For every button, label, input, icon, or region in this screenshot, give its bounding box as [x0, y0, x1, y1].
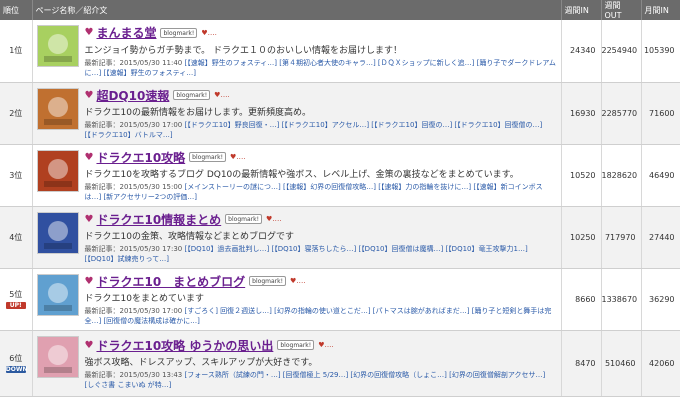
- site-thumbnail[interactable]: [36, 25, 79, 67]
- header-month-in[interactable]: 月間IN: [641, 0, 680, 20]
- month-in-value: 71600: [641, 82, 680, 145]
- rank-value: 5位: [9, 290, 23, 299]
- rank-cell: 1位: [0, 20, 33, 83]
- table-header: 順位 ページ名称／紹介文 週間IN 週間OUT 月間IN: [0, 0, 680, 20]
- week-in-value: 10250: [561, 206, 602, 269]
- table-row: 1位 ♥ まんまる堂 blogmark! ♥‥‥ エンジョイ勢からガチ勢まで。 …: [0, 20, 680, 83]
- week-out-value: 2254940: [601, 20, 642, 83]
- month-in-value: 36290: [641, 268, 680, 331]
- header-week-out[interactable]: 週間OUT: [601, 0, 642, 20]
- site-title-link[interactable]: まんまる堂: [96, 24, 156, 41]
- rank-cell: 4位: [0, 206, 33, 269]
- week-in-value: 24340: [561, 20, 602, 83]
- rank-value: 1位: [9, 46, 23, 56]
- month-in-value: 42060: [641, 330, 680, 397]
- site-thumbnail[interactable]: [36, 87, 79, 130]
- ranking-table: 順位 ページ名称／紹介文 週間IN 週間OUT 月間IN 1位 ♥ まんまる堂 …: [0, 0, 680, 397]
- week-in-value: 10520: [561, 144, 602, 207]
- site-title-link[interactable]: ドラクエ10 まとめブログ: [96, 273, 245, 290]
- latest-articles-label: 最新記事：2015/05/30 17:00: [84, 121, 185, 129]
- page-cell: ♥ ドラクエ10情報まとめ blogmark! ♥‥‥ ドラクエ10の金策、攻略…: [32, 206, 562, 269]
- site-title-link[interactable]: ドラクエ10情報まとめ: [96, 211, 221, 228]
- latest-articles-label: 最新記事：2015/05/30 15:00: [84, 183, 185, 191]
- rank-cell: 5位 UP!: [0, 268, 33, 331]
- page-cell: ♥ ドラクエ10攻略 blogmark! ♥‥‥ ドラクエ10を攻略するブログ …: [32, 144, 562, 207]
- site-description: エンジョイ勢からガチ勢まで。 ドラクエ１０のおいしい情報をお届けします！: [84, 45, 403, 56]
- heart-icon: ♥: [84, 275, 94, 287]
- site-description: ドラクエ10の最新情報をお届けします。更新頻度高め。: [84, 108, 312, 118]
- blogmark-button[interactable]: blogmark!: [173, 90, 211, 100]
- week-out-value: 2285770: [601, 82, 642, 145]
- rank-value: 3位: [9, 170, 23, 180]
- trend-badge: UP!: [5, 302, 26, 309]
- rank-cell: 2位: [0, 82, 33, 145]
- heart-icon: ♥: [84, 151, 94, 163]
- thumbnail-icon: [37, 212, 78, 253]
- site-description: ドラクエ10をまとめています: [84, 294, 204, 304]
- rank-cell: 6位 DOWN: [0, 330, 33, 397]
- page-cell: ♥ ドラクエ10攻略 ゆうかの思い出 blogmark! ♥‥‥ 強ボス攻略、ド…: [32, 330, 562, 397]
- week-out-value: 1828620: [601, 144, 642, 207]
- site-title-link[interactable]: ドラクエ10攻略 ゆうかの思い出: [96, 337, 273, 354]
- table-row: 3位 ♥ ドラクエ10攻略 blogmark! ♥‥‥ ドラクエ10を攻略するブ…: [0, 144, 680, 207]
- heart-icon: ♥: [84, 27, 94, 39]
- week-in-value: 16930: [561, 82, 602, 145]
- site-thumbnail[interactable]: [36, 335, 79, 378]
- week-out-value: 510460: [601, 330, 642, 397]
- table-row: 4位 ♥ ドラクエ10情報まとめ blogmark! ♥‥‥ ドラクエ10の金策…: [0, 206, 680, 269]
- month-in-value: 27440: [641, 206, 680, 269]
- like-icon[interactable]: ♥‥‥: [201, 29, 217, 37]
- like-icon[interactable]: ♥‥‥: [290, 277, 306, 285]
- heart-icon: ♥: [84, 213, 94, 225]
- rank-value: 6位: [9, 354, 23, 363]
- month-in-value: 46490: [641, 144, 680, 207]
- site-title-link[interactable]: 超DQ10速報: [96, 87, 169, 104]
- rank-value: 2位: [9, 108, 23, 118]
- table-row: 6位 DOWN ♥ ドラクエ10攻略 ゆうかの思い出 blogmark! ♥‥‥…: [0, 330, 680, 397]
- site-description: ドラクエ10を攻略するブログ DQ10の最新情報や強ボス、レベル上げ、金策の裏技…: [84, 170, 519, 180]
- thumbnail-icon: [37, 336, 78, 377]
- site-thumbnail[interactable]: [36, 273, 79, 316]
- latest-articles-label: 最新記事：2015/05/30 17:00: [84, 307, 185, 315]
- heart-icon: ♥: [84, 339, 94, 351]
- week-in-value: 8470: [561, 330, 602, 397]
- month-in-value: 105390: [641, 20, 680, 83]
- header-rank: 順位: [0, 0, 33, 20]
- page-cell: ♥ まんまる堂 blogmark! ♥‥‥ エンジョイ勢からガチ勢まで。 ドラク…: [32, 20, 562, 83]
- latest-articles-label: 最新記事：2015/05/30 17:30: [84, 245, 185, 253]
- thumbnail-icon: [37, 274, 78, 315]
- site-title-link[interactable]: ドラクエ10攻略: [96, 149, 185, 166]
- thumbnail-icon: [37, 150, 78, 191]
- page-cell: ♥ 超DQ10速報 blogmark! ♥‥‥ ドラクエ10の最新情報をお届けし…: [32, 82, 562, 145]
- heart-icon: ♥: [84, 89, 94, 101]
- like-icon[interactable]: ♥‥‥: [214, 91, 230, 99]
- latest-articles-label: 最新記事：2015/05/30 13:43: [84, 371, 185, 379]
- blogmark-button[interactable]: blogmark!: [189, 152, 226, 162]
- thumbnail-icon: [37, 88, 78, 129]
- page-cell: ♥ ドラクエ10 まとめブログ blogmark! ♥‥‥ ドラクエ10をまとめ…: [32, 268, 562, 331]
- rank-value: 4位: [9, 232, 23, 242]
- like-icon[interactable]: ♥‥‥: [266, 215, 282, 223]
- latest-articles-label: 最新記事：2015/05/30 11:40: [84, 58, 185, 67]
- thumbnail-icon: [37, 26, 78, 66]
- site-description: ドラクエ10の金策、攻略情報などまとめブログです: [84, 232, 294, 242]
- header-week-in[interactable]: 週間IN: [561, 0, 602, 20]
- site-thumbnail[interactable]: [36, 211, 79, 254]
- trend-badge: DOWN: [5, 366, 28, 373]
- site-description: 強ボス攻略、ドレスアップ、スキルアップが大好きです。: [84, 358, 318, 368]
- blogmark-button[interactable]: blogmark!: [249, 276, 286, 286]
- blogmark-button[interactable]: blogmark!: [160, 27, 198, 38]
- table-row: 2位 ♥ 超DQ10速報 blogmark! ♥‥‥ ドラクエ10の最新情報をお…: [0, 82, 680, 145]
- rank-cell: 3位: [0, 144, 33, 207]
- blogmark-button[interactable]: blogmark!: [277, 340, 315, 350]
- week-in-value: 8660: [561, 268, 602, 331]
- blogmark-button[interactable]: blogmark!: [225, 214, 262, 224]
- week-out-value: 717970: [601, 206, 642, 269]
- like-icon[interactable]: ♥‥‥: [318, 341, 334, 349]
- like-icon[interactable]: ♥‥‥: [230, 153, 246, 161]
- table-row: 5位 UP! ♥ ドラクエ10 まとめブログ blogmark! ♥‥‥ ドラク…: [0, 268, 680, 331]
- header-page: ページ名称／紹介文: [32, 0, 562, 20]
- week-out-value: 1338670: [601, 268, 642, 331]
- site-thumbnail[interactable]: [36, 149, 79, 192]
